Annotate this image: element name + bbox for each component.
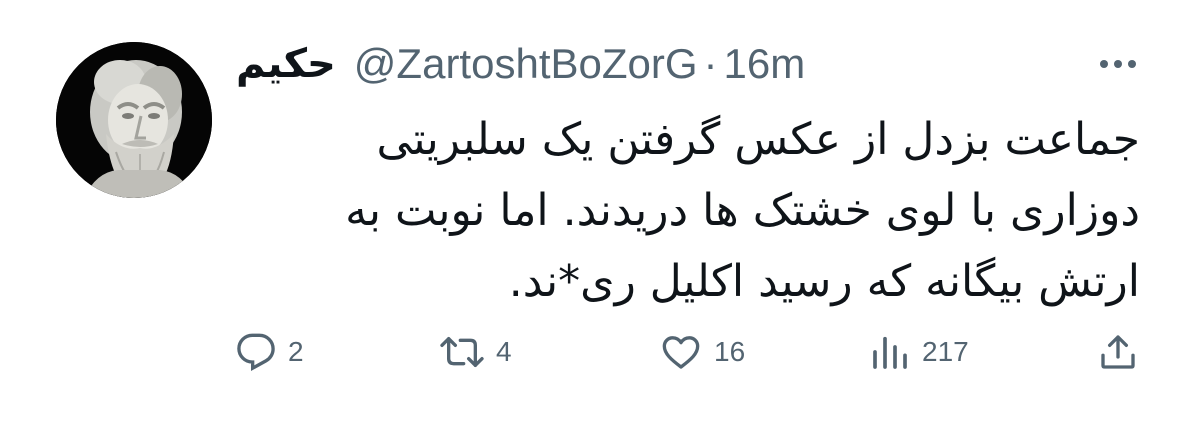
share-upload-icon — [1098, 332, 1138, 372]
views-count: 217 — [922, 336, 969, 367]
retweet-icon — [440, 332, 484, 372]
tweet-text-line: ارتش بیگانه که رسید اکلیل ری*ند. — [508, 256, 1140, 307]
tweet-text-line: جماعت بزدل از عکس گرفتن یک سلبریتی — [376, 114, 1140, 165]
more-horizontal-icon — [1098, 55, 1138, 74]
reply-count: 2 — [288, 336, 304, 367]
header-separator: · — [703, 40, 718, 87]
tweet-actions: 2 4 16 217 — [0, 326, 1200, 378]
timestamp[interactable]: 16m — [724, 40, 806, 88]
retweet-count: 4 — [496, 336, 512, 367]
retweet-button[interactable]: 4 — [440, 326, 512, 378]
tweet-header: حکیم @ZartoshtBoZorG · 16m — [236, 36, 805, 92]
tweet-text: جماعت بزدل از عکس گرفتن یک سلبریتی دوزار… — [236, 104, 1140, 317]
views-bar-chart-icon — [870, 332, 910, 372]
tweet-text-line: دوزاری با لوی خشتک ها دریدند. اما نوبت ب… — [345, 185, 1140, 236]
heart-icon — [660, 332, 702, 372]
share-button[interactable] — [1098, 326, 1138, 378]
reply-icon — [236, 332, 276, 372]
like-button[interactable]: 16 — [660, 326, 745, 378]
like-count: 16 — [714, 336, 746, 367]
display-name[interactable]: حکیم — [236, 41, 336, 87]
avatar-portrait-image — [56, 42, 212, 198]
avatar[interactable] — [56, 42, 212, 198]
views-button[interactable]: 217 — [870, 326, 969, 378]
tweet: حکیم @ZartoshtBoZorG · 16m جماعت بزدل از… — [0, 0, 1200, 428]
more-button[interactable] — [1094, 48, 1142, 80]
reply-button[interactable]: 2 — [236, 326, 304, 378]
user-handle[interactable]: @ZartoshtBoZorG — [354, 40, 698, 88]
